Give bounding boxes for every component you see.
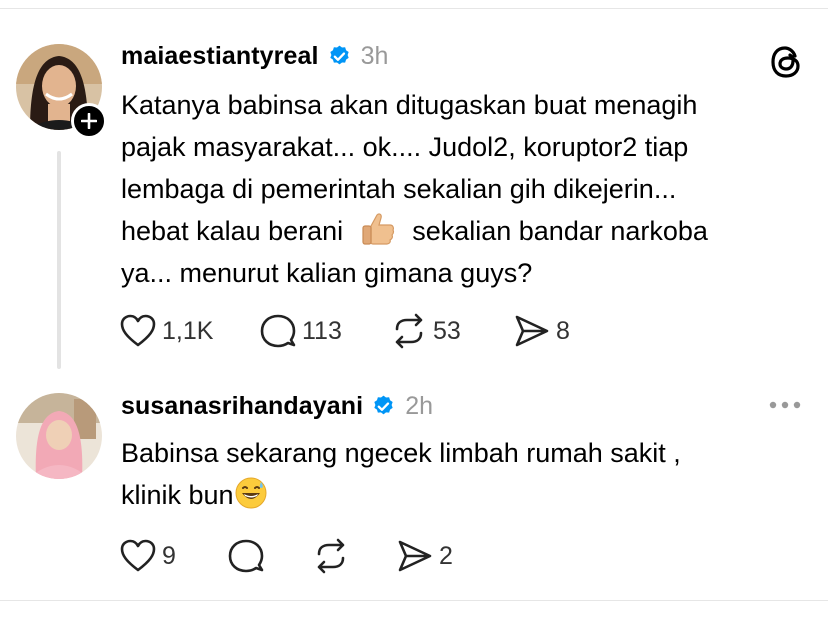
username[interactable]: maiaestiantyreal <box>121 42 319 71</box>
post-text-line: Katanya babinsa akan ditugaskan buat men… <box>121 90 698 120</box>
threads-logo-icon[interactable] <box>769 44 805 80</box>
share-button[interactable]: 2 <box>397 536 477 576</box>
avatar[interactable] <box>16 393 102 479</box>
thumbs-up-emoji-icon <box>362 213 394 245</box>
post-text-line: lembaga di pemerintah sekalian gih dikej… <box>121 174 677 204</box>
verified-badge-icon <box>374 395 393 414</box>
repost-count: 53 <box>433 316 461 345</box>
plus-icon <box>81 113 97 129</box>
post-body: Katanya babinsa akan ditugaskan buat men… <box>121 84 801 294</box>
send-icon <box>515 315 549 347</box>
grinning-sweat-emoji-icon <box>235 477 267 509</box>
repost-icon <box>317 538 345 574</box>
share-count: 2 <box>439 541 453 570</box>
post-actions: 9 2 <box>120 536 477 576</box>
post-time: 2h <box>405 391 433 420</box>
username[interactable]: susanasrihandayani <box>121 392 363 421</box>
post-text-line: ya... menurut kalian gimana guys? <box>121 258 533 288</box>
post-text-line-with-emoji: hebat kalau berani sekalian bandar narko… <box>121 210 801 252</box>
thread-post: maiaestiantyreal 3h Katanya babinsa akan… <box>0 9 828 377</box>
post-text-line: pajak masyarakat... ok.... Judol2, korup… <box>121 132 689 162</box>
repost-button[interactable]: 53 <box>391 311 514 351</box>
follow-plus-button[interactable] <box>71 103 107 139</box>
post-text-segment: hebat kalau berani <box>121 216 344 246</box>
heart-icon <box>120 314 156 347</box>
reply-count: 113 <box>302 316 342 345</box>
post-actions: 1,1K 113 53 8 <box>120 311 594 351</box>
like-button[interactable]: 1,1K <box>120 311 260 351</box>
post-text-line: Babinsa sekarang ngecek limbah rumah sak… <box>121 438 681 468</box>
like-button[interactable]: 9 <box>120 536 228 576</box>
comment-icon <box>260 314 296 348</box>
repost-button[interactable] <box>313 536 397 576</box>
share-button[interactable]: 8 <box>514 311 594 351</box>
post-header: maiaestiantyreal 3h <box>121 39 388 73</box>
comment-icon <box>228 539 264 573</box>
like-count: 9 <box>162 541 176 570</box>
post-body: Babinsa sekarang ngecek limbah rumah sak… <box>121 432 801 516</box>
heart-icon <box>120 539 156 572</box>
post-text-segment: klinik bun <box>121 480 234 510</box>
send-icon <box>398 540 432 572</box>
post-header: susanasrihandayani 2h <box>121 389 433 423</box>
repost-icon <box>395 313 423 349</box>
verified-badge-icon <box>329 45 349 64</box>
thread-post: susanasrihandayani 2h Babinsa sekarang n… <box>0 377 828 600</box>
share-count: 8 <box>556 316 570 345</box>
reply-button[interactable] <box>228 536 313 576</box>
like-count: 1,1K <box>162 316 214 345</box>
post-text-line-with-emoji: klinik bun <box>121 474 801 516</box>
bottom-divider <box>0 600 828 601</box>
thread-connector-line <box>57 151 61 369</box>
post-text-segment: sekalian bandar narkoba <box>412 216 708 246</box>
reply-button[interactable]: 113 <box>260 311 391 351</box>
post-time: 3h <box>360 41 389 70</box>
more-options-icon[interactable] <box>767 395 803 415</box>
